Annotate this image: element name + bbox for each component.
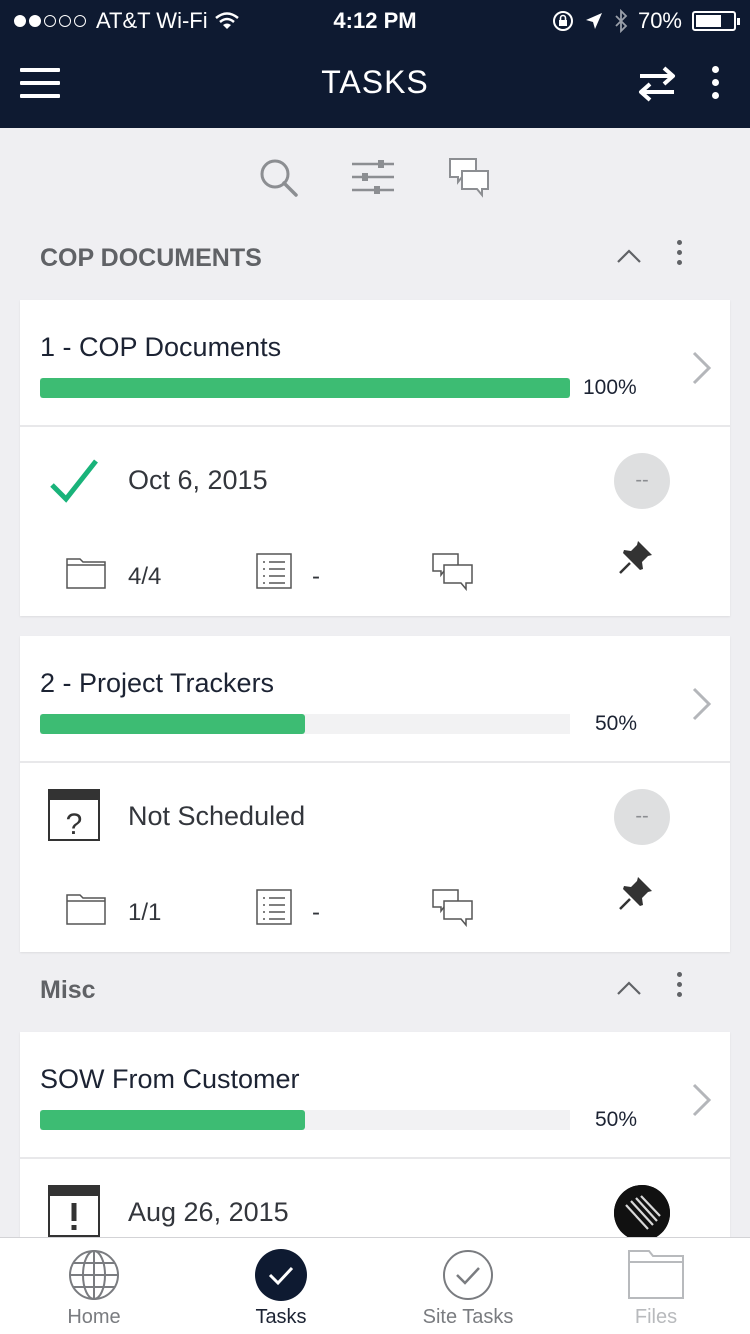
- task-meta-row: 4/4 -: [20, 541, 730, 603]
- checklist-icon[interactable]: [256, 889, 292, 925]
- folder-icon[interactable]: [66, 555, 106, 589]
- bluetooth-icon: [615, 9, 628, 33]
- filter-sliders-icon[interactable]: [350, 155, 396, 201]
- status-bar: AT&T Wi-Fi 4:12 PM 70%: [0, 0, 750, 40]
- task-card-header[interactable]: 1 - COP Documents 100%: [20, 300, 730, 427]
- top-bar: AT&T Wi-Fi 4:12 PM 70% TASKS: [0, 0, 750, 128]
- pin-icon[interactable]: [618, 875, 654, 911]
- tab-label: Site Tasks: [422, 1306, 514, 1328]
- section-header[interactable]: Misc: [40, 972, 750, 1016]
- comments-icon[interactable]: [432, 889, 474, 929]
- assignee-badge[interactable]: --: [614, 789, 670, 845]
- svg-text:?: ?: [66, 808, 83, 841]
- progress-bar: [40, 714, 570, 734]
- swap-icon[interactable]: [636, 64, 678, 104]
- checklist-icon[interactable]: [256, 553, 292, 589]
- task-meta-row: 1/1 -: [20, 877, 730, 939]
- tab-home[interactable]: Home: [24, 1248, 164, 1334]
- checklist-count: -: [312, 563, 320, 590]
- tab-files[interactable]: Files: [586, 1248, 726, 1334]
- check-circle-icon: [255, 1249, 307, 1301]
- task-date: Oct 6, 2015: [128, 465, 268, 495]
- checkmark-icon: [50, 459, 98, 503]
- chevron-right-icon[interactable]: [690, 686, 714, 722]
- task-title: 1 - COP Documents: [40, 332, 282, 362]
- folder-icon: [628, 1250, 684, 1299]
- battery-icon: [692, 11, 740, 31]
- globe-icon: [69, 1250, 119, 1300]
- task-date: Aug 26, 2015: [128, 1197, 289, 1227]
- folder-icon[interactable]: [66, 891, 106, 925]
- bottom-tab-bar: Home Tasks Site Tasks Files: [0, 1237, 750, 1334]
- files-count: 1/1: [128, 899, 162, 926]
- tab-tasks[interactable]: Tasks: [211, 1248, 351, 1334]
- avatar[interactable]: [614, 1185, 670, 1237]
- task-date: Not Scheduled: [128, 801, 306, 831]
- assignee-badge[interactable]: --: [614, 453, 670, 509]
- task-toolbar: [0, 155, 750, 205]
- progress-bar: [40, 1110, 570, 1130]
- check-circle-outline-icon: [443, 1250, 493, 1300]
- checklist-count: -: [312, 899, 320, 926]
- avatar-image: [614, 1185, 670, 1237]
- more-options-icon[interactable]: [708, 66, 722, 106]
- progress-label: 50%: [595, 712, 638, 735]
- chevron-up-icon[interactable]: [614, 242, 644, 272]
- tab-label: Tasks: [255, 1306, 307, 1328]
- progress-label: 100%: [583, 376, 637, 399]
- calendar-alert-icon: [48, 1185, 100, 1237]
- task-card[interactable]: 1 - COP Documents 100% Oct 6, 2015 -- 4/…: [20, 300, 730, 616]
- tab-label: Home: [67, 1306, 121, 1328]
- section-title: Misc: [40, 976, 96, 1004]
- comments-icon[interactable]: [446, 155, 492, 201]
- comments-icon[interactable]: [432, 553, 474, 593]
- section-more-icon[interactable]: [673, 972, 685, 1006]
- section-header[interactable]: COP DOCUMENTS: [40, 240, 750, 284]
- task-card[interactable]: SOW From Customer 50% Aug 26, 2015: [20, 1032, 730, 1237]
- location-icon: [585, 13, 602, 29]
- task-card-header[interactable]: 2 - Project Trackers 50%: [20, 636, 730, 763]
- progress-label: 50%: [595, 1108, 638, 1131]
- section-title: COP DOCUMENTS: [40, 244, 262, 272]
- chevron-right-icon[interactable]: [690, 350, 714, 386]
- calendar-question-icon: ?: [48, 789, 100, 841]
- search-icon[interactable]: [256, 155, 302, 201]
- chevron-up-icon[interactable]: [614, 974, 644, 1004]
- task-title: 2 - Project Trackers: [40, 668, 275, 698]
- battery-label: 70%: [637, 8, 682, 33]
- pin-icon[interactable]: [618, 539, 654, 575]
- task-title: SOW From Customer: [40, 1064, 300, 1094]
- files-count: 4/4: [128, 563, 162, 590]
- tab-site-tasks[interactable]: Site Tasks: [398, 1248, 538, 1334]
- chevron-right-icon[interactable]: [690, 1082, 714, 1118]
- tab-label: Files: [634, 1306, 678, 1328]
- progress-bar: [40, 378, 570, 398]
- section-more-icon[interactable]: [673, 240, 685, 274]
- rotation-lock-icon: [552, 11, 573, 31]
- task-card[interactable]: 2 - Project Trackers 50% ? Not Scheduled…: [20, 636, 730, 952]
- task-card-header[interactable]: SOW From Customer 50%: [20, 1032, 730, 1159]
